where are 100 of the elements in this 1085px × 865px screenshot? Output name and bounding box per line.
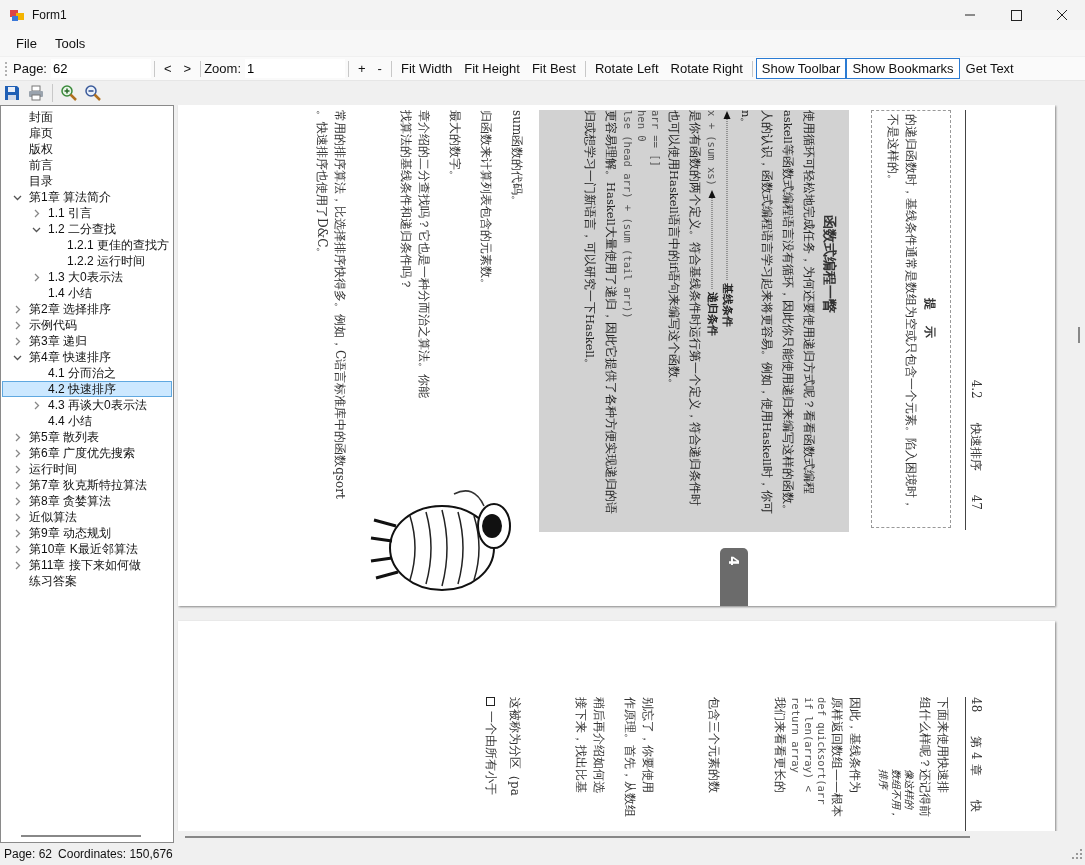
code-line: x + (sum xs) <box>705 110 720 186</box>
chevron-right-icon[interactable] <box>13 304 22 314</box>
toolbar-button[interactable]: Fit Width <box>394 58 459 79</box>
tree-item[interactable]: 目录 <box>2 173 172 189</box>
chevron-right-icon[interactable] <box>13 464 22 474</box>
code-line: hen 0 <box>635 110 649 144</box>
box-text: 使用循环可轻松地完成任务，为何还要使用递归方式呢？看看函数式编程 <box>801 110 817 496</box>
chevron-right-icon[interactable] <box>13 544 22 554</box>
tree-item[interactable]: 4.4 小结 <box>2 413 172 429</box>
tip-text: 不是这样的。 <box>885 114 901 188</box>
chevron-right-icon[interactable] <box>13 496 22 506</box>
tree-item[interactable]: 1.2 二分查找 <box>2 221 172 237</box>
toggle-button[interactable]: Show Bookmarks <box>846 58 960 79</box>
chevron-right-icon[interactable] <box>13 448 22 458</box>
body-text: 别忘了，你要使用 <box>640 697 656 795</box>
chevron-right-icon[interactable] <box>32 208 41 218</box>
toolbar-button[interactable]: Fit Best <box>525 58 582 79</box>
input-field[interactable]: 1 <box>245 59 345 78</box>
tree-item[interactable]: 扉页 <box>2 125 172 141</box>
toolbar-button[interactable]: > <box>177 58 198 79</box>
box-text: 人的认识，函数式编程语言学习起来将更容易。例如，使用Haskell时，你可 <box>759 110 775 516</box>
tree-item[interactable]: 4.2 快速排序 <box>2 381 172 397</box>
chevron-right-icon[interactable] <box>32 272 41 282</box>
status-text: Coordinates: 150,676 <box>58 847 173 861</box>
box-text: askell等函数式编程语言没有循环，因此你只能使用递归来编写这样的函数。 <box>780 110 796 518</box>
tree-item[interactable]: 第1章 算法简介 <box>2 189 172 205</box>
tree-item[interactable]: 第8章 贪婪算法 <box>2 493 172 509</box>
toolbar-button[interactable]: - <box>371 58 388 79</box>
tree-item[interactable]: 第10章 K最近邻算法 <box>2 541 172 557</box>
tree-item[interactable]: 前言 <box>2 157 172 173</box>
zoom-out-icon[interactable] <box>85 85 101 101</box>
app-icon <box>9 7 25 23</box>
chevron-right-icon[interactable] <box>32 400 41 410</box>
box-title: 函数式编程一瞥 <box>821 215 839 315</box>
tree-item[interactable]: 版权 <box>2 141 172 157</box>
horizontal-scrollbar[interactable] <box>185 836 970 838</box>
chevron-right-icon[interactable] <box>13 560 22 570</box>
tree-item[interactable]: 运行时间 <box>2 461 172 477</box>
tree-item[interactable]: 第4章 快速排序 <box>2 349 172 365</box>
tree-item[interactable]: 第6章 广度优先搜索 <box>2 445 172 461</box>
tree-item[interactable]: 4.3 再谈大0表示法 <box>2 397 172 413</box>
menu-item[interactable]: File <box>8 33 45 53</box>
tree-item[interactable]: 1.4 小结 <box>2 285 172 301</box>
body-text: 归函数来计算列表包含的元素数。 <box>478 110 494 292</box>
toggle-button[interactable]: Show Toolbar <box>755 58 847 79</box>
chevron-right-icon[interactable] <box>13 512 22 522</box>
tree-item[interactable]: 第2章 选择排序 <box>2 301 172 317</box>
toolbar-button[interactable]: Rotate Right <box>664 58 749 79</box>
vertical-scrollbar[interactable] <box>1078 327 1080 343</box>
body-text: 找算法的基线条件和递归条件吗？ <box>398 110 414 292</box>
zoom-in-icon[interactable] <box>61 85 77 101</box>
body-text: 常用的排序算法，比选择排序快得多。例如，C语言标准库中的函数qsort <box>332 110 348 501</box>
tree-item[interactable]: 1.2.1 更佳的查找方 <box>2 237 172 253</box>
margin-note: 像这样的 <box>903 769 916 812</box>
header-text: 4.2 <box>968 379 983 399</box>
bullet-icon <box>486 697 496 706</box>
body-text: 一个由所有小于 <box>483 711 499 795</box>
menu-item[interactable]: Tools <box>46 33 94 53</box>
chevron-right-icon[interactable] <box>13 432 22 442</box>
tree-item[interactable]: 封面 <box>2 109 172 125</box>
header-text: 48 <box>968 697 983 713</box>
tree-item[interactable]: 第3章 递归 <box>2 333 172 349</box>
tree-item[interactable]: 练习答案 <box>2 573 172 589</box>
body-text: 我们来看看更长的 <box>772 697 788 795</box>
tree-item[interactable]: 1.2.2 运行时间 <box>2 253 172 269</box>
box-text: 归或想学习一门新语言，可以研究一下Haskell。 <box>582 110 598 372</box>
body-text: 这被称为分区（pa <box>507 697 523 798</box>
tip-title: 提 示 <box>922 297 938 342</box>
header-text: 第 4 章 <box>968 736 983 776</box>
chevron-right-icon[interactable] <box>13 480 22 490</box>
body-text: 下面来使用快速排 <box>935 697 951 795</box>
input-field[interactable]: 62 <box>51 59 151 78</box>
resize-grip-icon[interactable] <box>1072 849 1082 859</box>
tree-item[interactable]: 第11章 接下来如何做 <box>2 557 172 573</box>
chevron-right-icon[interactable] <box>13 336 22 346</box>
print-icon[interactable] <box>28 85 44 101</box>
margin-note: 排序 <box>877 769 890 792</box>
tree-item[interactable]: 1.1 引言 <box>2 205 172 221</box>
tree-item[interactable]: 第5章 散列表 <box>2 429 172 445</box>
toolbar-button[interactable]: Get Text <box>959 58 1020 79</box>
header-text: 快速排序 <box>968 422 983 471</box>
chevron-right-icon[interactable] <box>13 320 22 330</box>
tree-item[interactable]: 第9章 动态规划 <box>2 525 172 541</box>
toolbar-button[interactable]: < <box>158 58 178 79</box>
chevron-right-icon[interactable] <box>13 528 22 538</box>
body-text: 稍后再介绍如何选 <box>591 697 607 795</box>
tree-item[interactable]: 近似算法 <box>2 509 172 525</box>
body-text: 组什么样呢？还记得前 <box>917 697 933 819</box>
toolbar-button[interactable]: Fit Height <box>458 58 526 79</box>
toolbar-button[interactable]: Rotate Left <box>588 58 665 79</box>
body-text: 章介绍的二分查找吗？它也是一种分而治之算法。你能 <box>416 110 432 400</box>
save-icon[interactable] <box>4 85 20 101</box>
margin-note: 数组不用， <box>890 769 903 821</box>
tree-item[interactable]: 第7章 狄克斯特拉算法 <box>2 477 172 493</box>
box-text: 更容易理解。Haskell大量使用了递归，因此它提供了各种方便实现递归的语 <box>603 110 619 516</box>
tree-item[interactable]: 4.1 分而治之 <box>2 365 172 381</box>
tree-item[interactable]: 示例代码 <box>2 317 172 333</box>
horizontal-scrollbar[interactable] <box>21 835 141 837</box>
tree-item[interactable]: 1.3 大0表示法 <box>2 269 172 285</box>
toolbar-button[interactable]: + <box>352 58 372 79</box>
